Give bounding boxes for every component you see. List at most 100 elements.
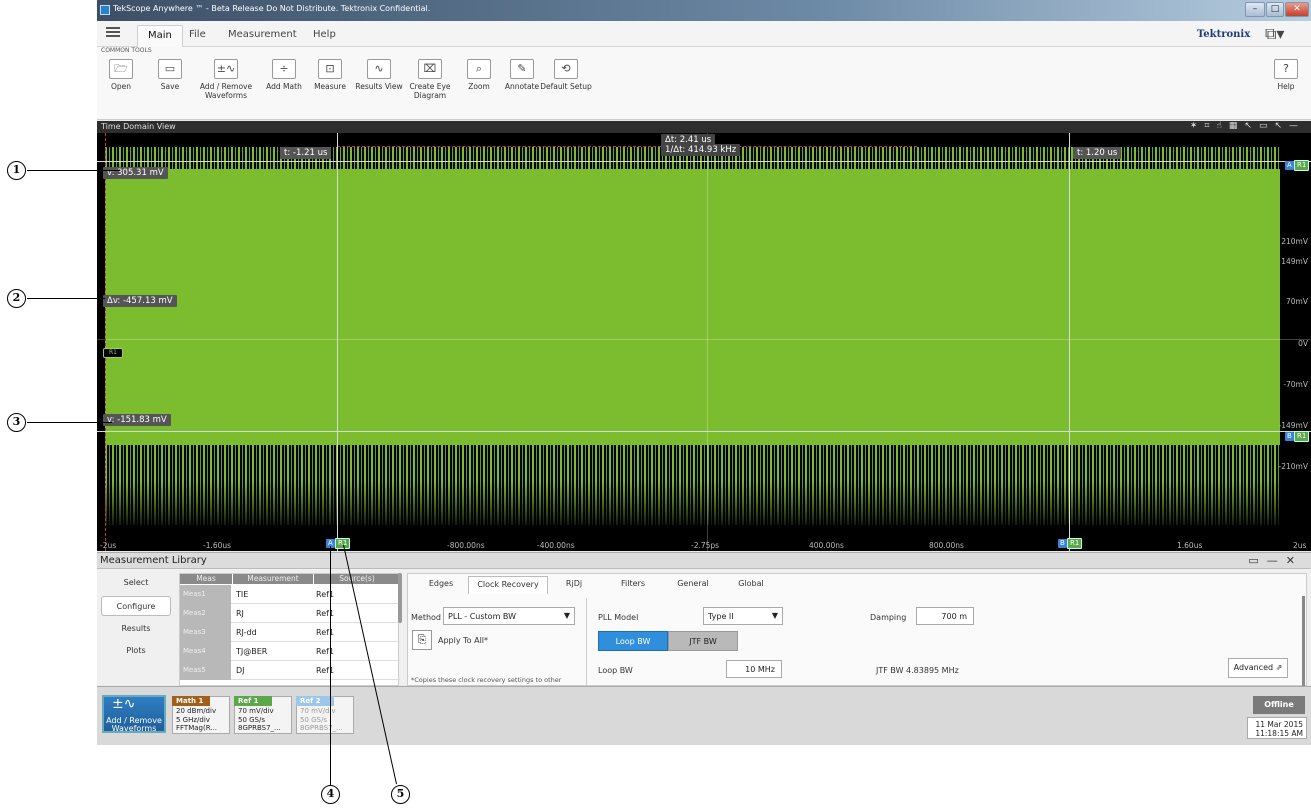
advanced-button[interactable]: Advanced ⇗ bbox=[1228, 658, 1288, 678]
menu-main[interactable]: Main bbox=[137, 25, 183, 47]
apply-all-icon[interactable]: ⎘ bbox=[412, 630, 432, 650]
x-axis-label: 1.60us bbox=[1177, 541, 1203, 550]
close-button[interactable]: ✕ bbox=[1285, 2, 1309, 17]
ref1-badge[interactable]: R1 bbox=[1294, 431, 1310, 442]
annotate-icon: ✎ bbox=[510, 59, 534, 79]
callout-5: 5 bbox=[391, 785, 410, 804]
tab-select[interactable]: Select bbox=[101, 573, 171, 593]
tab-plots[interactable]: Plots bbox=[101, 641, 171, 661]
damping-input[interactable]: 700 m bbox=[916, 607, 974, 625]
table-row[interactable]: Meas5 DJ Ref1 bbox=[180, 661, 400, 680]
math1-badge[interactable]: Math 1 20 dBm/div 5 GHz/div FFTMag(R... bbox=[172, 696, 230, 734]
tab-clock-recovery[interactable]: Clock Recovery bbox=[468, 576, 548, 594]
cursor-b-vertical[interactable] bbox=[1069, 133, 1070, 551]
measure-button[interactable]: ⊡ Measure bbox=[303, 59, 357, 91]
apply-to-all-label[interactable]: Apply To All* bbox=[438, 636, 488, 645]
results-view-button[interactable]: ∿ Results View bbox=[352, 59, 406, 91]
tab-global[interactable]: Global bbox=[726, 576, 776, 594]
x-axis-label: -2us bbox=[100, 541, 117, 550]
waveform-plot[interactable]: t: -1.21 us t: 1.20 us Δt: 2.41 us 1/Δt:… bbox=[97, 133, 1311, 551]
y-axis-label: 0V bbox=[1298, 339, 1308, 348]
footnote: *Copies these clock recovery settings to… bbox=[411, 676, 562, 684]
x-axis-label: 800.00ns bbox=[929, 541, 964, 550]
ref1-waveform bbox=[105, 161, 1280, 453]
config-scrollbar[interactable] bbox=[1302, 596, 1305, 686]
callout-2: 2 bbox=[7, 289, 26, 308]
ref1-status-badge[interactable]: Ref 1 70 mV/div 50 GS/s 8GPRBS7_... bbox=[234, 696, 292, 734]
tab-rjdj[interactable]: RjDj bbox=[554, 576, 594, 594]
table-row[interactable]: Meas3 RJ-dd Ref1 bbox=[180, 623, 400, 642]
tektronix-logo: Tektronix bbox=[1197, 29, 1251, 40]
method-dropdown[interactable]: PLL - Custom BW ▼ bbox=[443, 607, 575, 625]
ref2-status-badge[interactable]: Ref 2 70 mV/div 50 GS/s 8GPRBS7_... bbox=[296, 696, 354, 734]
tab-filters[interactable]: Filters bbox=[608, 576, 658, 594]
menu-help[interactable]: Help bbox=[313, 29, 336, 40]
y-axis-label: -210mV bbox=[1278, 462, 1308, 471]
ribbon-toolbar: COMMON TOOLS 🗁 Open ▭ Save ±∿ Add / Remove … bbox=[97, 47, 1311, 120]
measurements-table: Meas Measurement Source(s) Meas1 TIE Ref1 … bbox=[179, 573, 400, 686]
callout-1-leader bbox=[27, 170, 120, 171]
default-setup-icon: ⟲ bbox=[554, 59, 578, 79]
cursor-b-badge[interactable]: B bbox=[1058, 539, 1067, 548]
help-button[interactable]: ? Help bbox=[1259, 59, 1311, 91]
trigger-level-line bbox=[337, 146, 917, 147]
maximize-button[interactable]: □ bbox=[1266, 2, 1284, 17]
default-setup-button[interactable]: ⟲ Default Setup bbox=[539, 59, 593, 91]
results-icon: ∿ bbox=[367, 59, 391, 79]
cursor-a-badge[interactable]: A bbox=[1285, 161, 1294, 170]
folder-icon: 🗁 bbox=[109, 59, 133, 79]
pll-model-dropdown[interactable]: Type II ▼ bbox=[703, 607, 783, 625]
time-domain-title-bar: Time Domain View ✶⌗☝▦↖▭↖— bbox=[97, 121, 1311, 133]
cursor-a-time-readout: t: -1.21 us bbox=[280, 147, 332, 159]
window-title: TekScope Anywhere ™ - Beta Release Do No… bbox=[113, 4, 431, 13]
loop-bw-label: Loop BW bbox=[598, 666, 633, 675]
add-remove-waveforms-status-button[interactable]: ±∿ Add / Remove Waveforms bbox=[102, 695, 166, 733]
open-button[interactable]: 🗁 Open bbox=[97, 59, 148, 91]
cursor-b-horizontal[interactable] bbox=[97, 431, 1311, 432]
tab-results[interactable]: Results bbox=[101, 619, 171, 639]
x-axis-label: 2us bbox=[1293, 541, 1307, 550]
callout-3: 3 bbox=[7, 413, 26, 432]
grid-line bbox=[97, 339, 1311, 340]
save-icon: ▭ bbox=[158, 59, 182, 79]
x-axis-label: -400.00ns bbox=[537, 541, 575, 550]
ref1-badge[interactable]: R1 bbox=[1067, 538, 1083, 549]
measurement-library-header: Measurement Library ▭—✕ bbox=[97, 553, 1311, 569]
waveform-icon: ±∿ bbox=[214, 59, 238, 79]
x-axis-label: -2.75ps bbox=[691, 541, 720, 550]
hamburger-menu-icon[interactable] bbox=[106, 27, 120, 37]
save-button[interactable]: ▭ Save bbox=[143, 59, 197, 91]
cursor-b-badge[interactable]: B bbox=[1285, 432, 1294, 441]
tab-general[interactable]: General bbox=[668, 576, 718, 594]
cursor-a-vertical[interactable] bbox=[337, 133, 338, 551]
ref1-badge[interactable]: R1 bbox=[1294, 160, 1310, 171]
panel-controls[interactable]: ▭—✕ bbox=[1248, 554, 1303, 567]
app-logo-icon bbox=[100, 5, 110, 15]
view-tools[interactable]: ✶⌗☝▦↖▭↖— bbox=[1190, 121, 1305, 131]
date-time-display: 11 Mar 2015 11:18:15 AM bbox=[1247, 717, 1307, 739]
table-row[interactable]: Meas1 TIE Ref1 bbox=[180, 585, 400, 604]
menu-file[interactable]: File bbox=[189, 29, 206, 40]
x-axis-label: -1.60us bbox=[203, 541, 232, 550]
minimize-button[interactable]: – bbox=[1245, 2, 1265, 17]
waveform-icon: ±∿ bbox=[112, 696, 136, 712]
column-header: Measurement bbox=[233, 574, 313, 584]
menu-measurement[interactable]: Measurement bbox=[228, 29, 297, 40]
cursor-a-horizontal[interactable] bbox=[97, 161, 1311, 162]
create-eye-diagram-button[interactable]: ⌧ Create Eye Diagram bbox=[403, 59, 457, 100]
tab-configure[interactable]: Configure bbox=[101, 596, 171, 616]
ref1-offset-marker[interactable]: R1 bbox=[103, 348, 123, 358]
offline-status-button[interactable]: Offline bbox=[1253, 696, 1305, 714]
table-scrollbar[interactable] bbox=[398, 573, 402, 623]
add-remove-waveforms-button[interactable]: ±∿ Add / Remove Waveforms bbox=[199, 59, 253, 100]
loop-bw-input[interactable]: 10 MHz bbox=[726, 660, 782, 678]
chevron-down-icon: ▼ bbox=[771, 611, 778, 620]
title-bar: TekScope Anywhere ™ - Beta Release Do No… bbox=[97, 0, 1311, 21]
math-icon: ÷ bbox=[272, 59, 296, 79]
window-layout-icon[interactable]: ⧉▾ bbox=[1265, 24, 1284, 44]
jtf-bw-toggle[interactable]: JTF BW bbox=[668, 631, 738, 651]
tab-edges[interactable]: Edges bbox=[416, 576, 466, 594]
column-header: Meas bbox=[180, 574, 232, 584]
table-row[interactable]: Meas2 RJ Ref1 bbox=[180, 604, 400, 623]
loop-bw-toggle[interactable]: Loop BW bbox=[598, 631, 668, 651]
